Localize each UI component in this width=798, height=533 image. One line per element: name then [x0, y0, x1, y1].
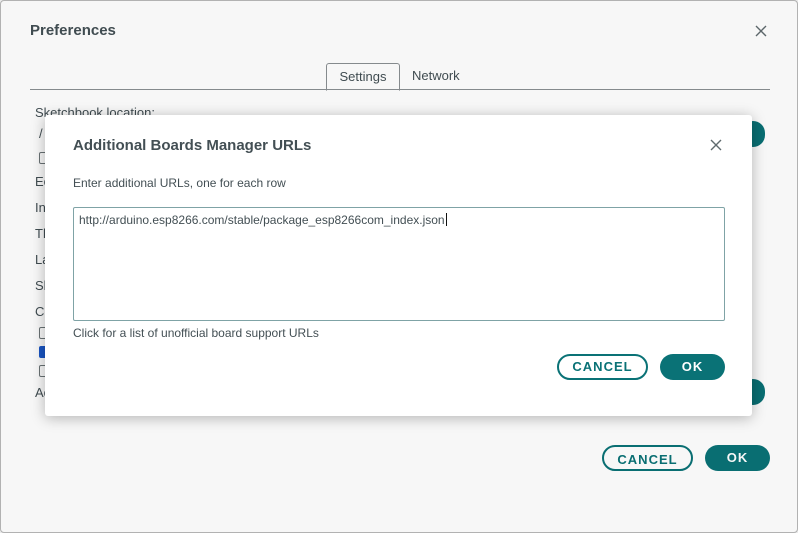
additional-urls-dialog: Additional Boards Manager URLs Enter add…	[45, 115, 752, 416]
urls-textarea[interactable]: http://arduino.esp8266.com/stable/packag…	[73, 207, 725, 321]
dialog-title: Additional Boards Manager URLs	[73, 137, 312, 154]
cancel-button[interactable]: CANCEL	[557, 354, 648, 380]
ok-button[interactable]: OK	[660, 354, 725, 380]
close-icon[interactable]	[708, 137, 724, 153]
dialog-subtitle: Enter additional URLs, one for each row	[73, 176, 286, 190]
unofficial-urls-link[interactable]: Click for a list of unofficial board sup…	[73, 326, 319, 340]
url-text: http://arduino.esp8266.com/stable/packag…	[79, 213, 445, 227]
text-caret	[445, 213, 447, 226]
